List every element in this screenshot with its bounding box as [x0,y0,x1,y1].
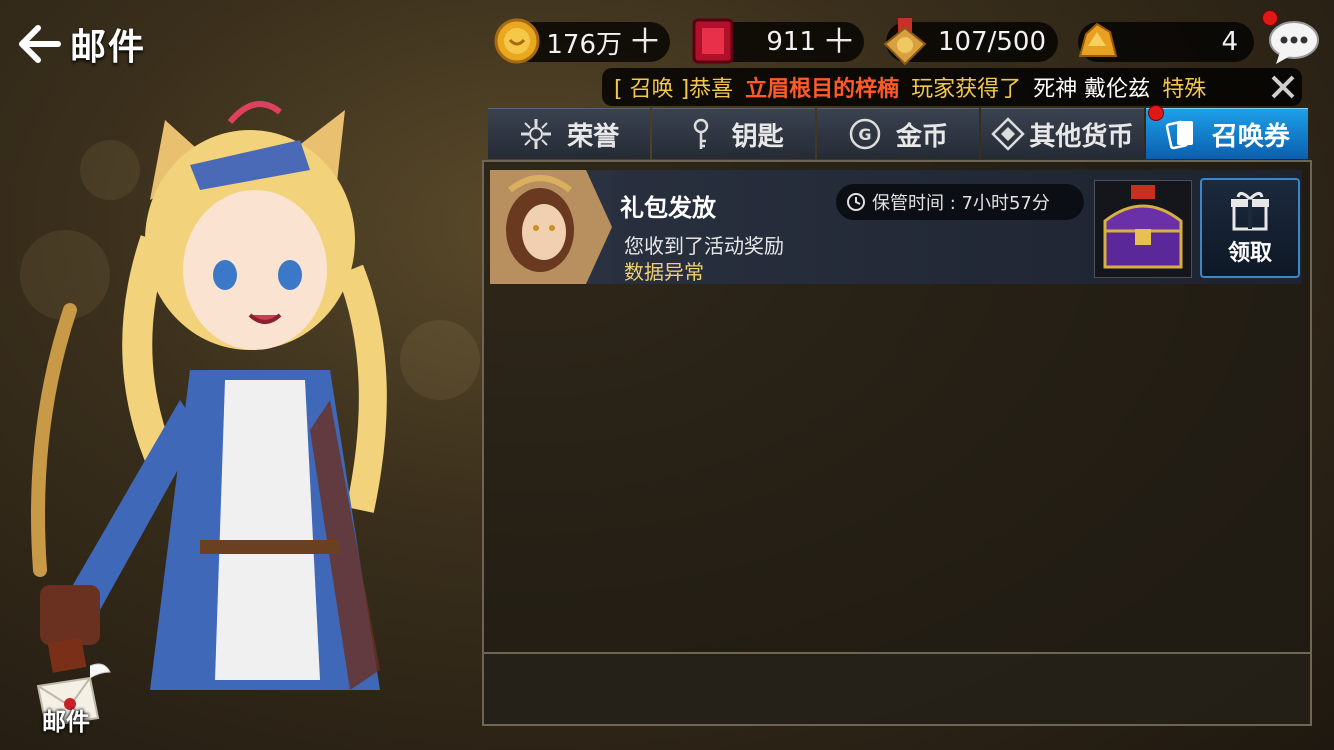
ticker-prefix: [ 召唤 ]恭喜 [614,77,734,102]
currency-medal: 107/500 [883,18,1058,66]
page-title: 邮件 [70,27,147,68]
mail-storage-timer: 保管时间 : 7小时57分 [836,184,1084,220]
ticker-middle: 玩家获得了 [911,77,1022,102]
mail-description: 您收到了活动奖励 [624,234,784,258]
reward-slot[interactable] [1094,180,1192,278]
mail-note: 数据异常 [624,260,704,284]
ticker-suffix: 特殊 [1162,77,1207,102]
tab-summon-ticket[interactable]: 召唤券 [1145,105,1309,159]
currency-gem: 911 ＋ [692,18,864,64]
gold-coin-icon [494,18,540,64]
sender-portrait [490,170,612,284]
svg-text:G: G [858,125,871,144]
clock-icon [847,193,865,211]
currency-ore: 4 [1078,22,1254,62]
tab-other-currency[interactable]: 其他货币 [981,108,1144,159]
mail-title: 礼包发放 [620,194,716,222]
honor-icon [521,119,552,149]
claim-button[interactable]: 领取 [1200,178,1300,278]
tab-label: 钥匙 [731,121,784,152]
panel-footer [484,652,1310,724]
notification-dot [1147,105,1164,121]
timer-text: 保管时间 : 7小时57分 [872,193,1050,214]
chat-button[interactable] [1262,10,1320,66]
back-button[interactable]: 邮件 [16,18,146,70]
arrow-left-icon [19,25,61,63]
close-icon[interactable] [1266,70,1300,104]
tab-label: 召唤券 [1211,121,1290,152]
gift-box-icon [1231,192,1269,231]
tab-label: 荣誉 [567,121,620,152]
tab-label: 其他货币 [1029,121,1134,152]
gold-value: 176万 [546,29,622,60]
tab-gold[interactable]: G 金币 [816,108,980,159]
add-gem-button[interactable]: ＋ [822,25,864,59]
summon-ticket-icon [1165,120,1193,150]
ticker-item: 死神 戴伦兹 [1033,77,1151,102]
add-gold-button[interactable]: ＋ [628,25,670,59]
tab-key[interactable]: 钥匙 [652,108,815,159]
diamond-currency-icon [991,117,1026,151]
mail-list-panel: 礼包发放 您收到了活动奖励 数据异常 保管时间 : 7小时57分 领取 [482,160,1312,726]
medal-icon [883,18,927,66]
notification-dot [1262,10,1278,26]
gold-ore-icon [1078,22,1118,57]
mail-item[interactable]: 礼包发放 您收到了活动奖励 数据异常 保管时间 : 7小时57分 领取 [490,170,1302,284]
ore-value: 4 [1221,27,1238,57]
red-gem-icon [692,18,734,64]
tab-honor[interactable]: 荣誉 [488,108,651,159]
claim-label: 领取 [1227,241,1272,266]
broadcast-ticker: [ 召唤 ]恭喜 立眉根目的梓楠 玩家获得了 死神 戴伦兹 特殊 [602,68,1302,106]
purple-treasure-chest-icon [1103,185,1183,269]
gem-value: 911 [766,27,816,57]
ticker-player: 立眉根目的梓楠 [745,77,900,102]
chat-bubble-icon [1269,21,1319,64]
key-icon [693,118,708,149]
medal-value: 107/500 [937,27,1046,57]
currency-gold: 176万 ＋ [494,18,670,64]
gold-g-icon: G [849,118,881,150]
tab-label: 金币 [896,121,949,152]
mail-shortcut-label: 邮件 [42,708,90,736]
mail-category-tabs: 荣誉 钥匙 G 金币 其他货币 召唤券 [488,105,1309,159]
